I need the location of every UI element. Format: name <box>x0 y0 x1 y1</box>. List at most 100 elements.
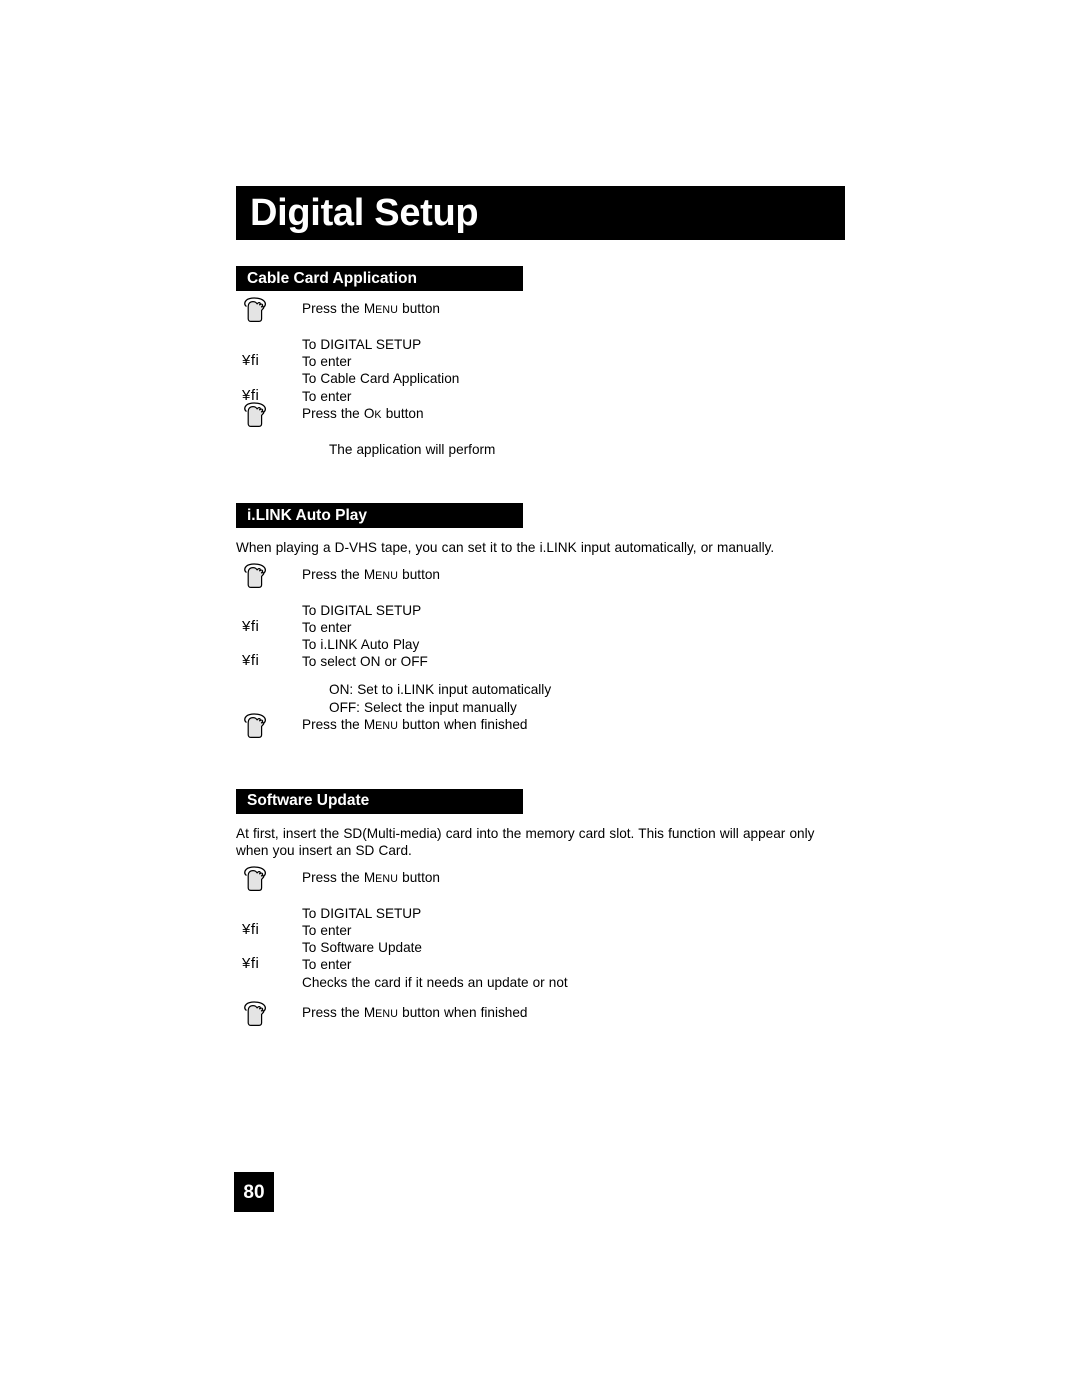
step-text-prefix: Press the <box>302 716 364 732</box>
instruction-step: ¥fi To enter <box>236 955 846 973</box>
step-marker <box>236 1001 302 1029</box>
button-name-initial: M <box>363 869 376 885</box>
button-name-initial: O <box>363 405 375 421</box>
step-text: To enter <box>302 957 352 973</box>
instruction-step-list: Press the MENU button To DIGITAL SETUP ¥fi… <box>236 866 846 1029</box>
step-text: To DIGITAL SETUP <box>302 905 422 921</box>
step-marker: ¥fi <box>236 652 302 669</box>
button-name-initial: M <box>363 566 376 582</box>
instruction-step: Press the MENU button <box>236 562 846 591</box>
step-text-suffix: button <box>381 405 424 421</box>
instruction-step-list: Press the MENU button To DIGITAL SETUP ¥fi… <box>236 562 846 741</box>
hand-press-icon <box>244 713 266 738</box>
hand-press-icon <box>244 562 266 588</box>
step-text: The application will perform <box>329 441 496 457</box>
page-content: Cable Card Application Press the MENU but… <box>236 266 846 1029</box>
arrow-glyph-icon: ¥fi <box>242 352 260 370</box>
step-text: Press the MENU button when finished <box>302 1004 528 1023</box>
hand-press-icon <box>244 866 266 891</box>
section-header-bar: i.LINK Auto Play <box>236 503 523 529</box>
page-title-bar: Digital Setup <box>236 186 845 240</box>
manual-section: Cable Card Application Press the MENU but… <box>236 266 846 458</box>
instruction-step-list: Press the MENU button To DIGITAL SETUP ¥fi… <box>236 297 846 458</box>
arrow-glyph-icon: ¥fi <box>242 955 260 973</box>
step-text: To DIGITAL SETUP <box>302 602 422 618</box>
step-text: Press the MENU button when finished <box>302 716 528 735</box>
arrow-glyph-icon: ¥fi <box>242 617 260 635</box>
section-header-bar: Cable Card Application <box>236 266 523 291</box>
instruction-step: To Software Update <box>236 939 846 956</box>
step-text: Press the MENU button <box>302 566 440 585</box>
manual-section: Software Update At first, insert the SD(M… <box>236 788 846 1029</box>
manual-page: Digital Setup Cable Card Application Pres… <box>0 0 1080 1397</box>
instruction-step: ¥fi To enter <box>236 352 846 370</box>
section-header-bar: Software Update <box>236 788 523 814</box>
instruction-step: ¥fi To select ON or OFF <box>236 652 846 670</box>
instruction-step: Checks the card if it needs an update or… <box>236 974 846 991</box>
step-text: To enter <box>302 922 352 938</box>
step-text-suffix: button <box>398 869 440 885</box>
step-marker <box>236 562 302 591</box>
instruction-step: To DIGITAL SETUP <box>236 336 846 353</box>
instruction-step: OFF: Select the input manually <box>236 699 846 716</box>
instruction-step: Press the MENU button when finished <box>236 713 846 741</box>
step-text-prefix: Press the <box>302 566 364 582</box>
step-text-suffix: button <box>398 301 440 316</box>
instruction-step: To i.LINK Auto Play <box>236 636 846 653</box>
step-text: To i.LINK Auto Play <box>302 636 420 652</box>
button-name-smallcaps: K <box>374 408 382 421</box>
section-heading: i.LINK Auto Play <box>247 506 367 524</box>
step-marker <box>236 713 302 741</box>
instruction-step: Press the MENU button <box>236 866 846 894</box>
hand-press-icon <box>244 402 266 427</box>
button-name-smallcaps: ENU <box>375 304 399 316</box>
instruction-step: To DIGITAL SETUP <box>236 905 846 922</box>
step-text: Press the MENU button <box>302 300 440 319</box>
section-heading: Software Update <box>247 792 370 810</box>
step-text-prefix: Press the <box>302 405 364 421</box>
step-text-suffix: button <box>398 566 440 582</box>
instruction-step: To Cable Card Application <box>236 370 846 387</box>
step-marker: ¥fi <box>236 921 302 938</box>
hand-press-icon <box>244 297 266 322</box>
step-text-prefix: Press the <box>302 869 364 885</box>
step-marker: ¥fi <box>236 617 302 635</box>
step-text: ON: Set to i.LINK input automatically <box>329 682 552 698</box>
step-text: To Software Update <box>302 940 422 956</box>
page-number-box: 80 <box>234 1172 274 1212</box>
page-number: 80 <box>243 1181 265 1203</box>
step-text-suffix: button when finished <box>398 716 528 732</box>
instruction-step: ¥fi To enter <box>236 387 846 405</box>
button-name-initial: M <box>363 301 376 316</box>
manual-section: i.LINK Auto Play When playing a D-VHS tap… <box>236 503 846 741</box>
instruction-step: Press the MENU button <box>236 297 846 325</box>
step-text: To enter <box>302 354 352 370</box>
step-text: Press the OK button <box>302 405 424 424</box>
instruction-step: Press the OK button <box>236 402 846 430</box>
step-text: To enter <box>302 388 352 404</box>
step-marker <box>236 866 302 894</box>
step-marker: ¥fi <box>236 352 302 370</box>
button-name-smallcaps: ENU <box>375 872 399 885</box>
instruction-step: Press the MENU button when finished <box>236 1001 846 1029</box>
button-name-smallcaps: ENU <box>375 719 399 732</box>
step-text-suffix: button when finished <box>398 1004 528 1020</box>
step-text: Checks the card if it needs an update or… <box>302 974 568 990</box>
page-title: Digital Setup <box>250 192 479 234</box>
instruction-step: ¥fi To enter <box>236 617 846 636</box>
step-text: To enter <box>302 619 352 635</box>
button-name-smallcaps: ENU <box>375 1007 399 1020</box>
step-text-prefix: Press the <box>302 301 364 316</box>
step-text: To DIGITAL SETUP <box>302 337 422 352</box>
instruction-step: ON: Set to i.LINK input automatically <box>236 681 846 698</box>
step-text: OFF: Select the input manually <box>329 699 517 715</box>
button-name-smallcaps: ENU <box>375 569 399 582</box>
instruction-step: ¥fi To enter <box>236 921 846 939</box>
instruction-step: The application will perform <box>236 441 846 458</box>
section-heading: Cable Card Application <box>247 269 417 287</box>
section-intro-text: When playing a D-VHS tape, you can set i… <box>236 540 775 556</box>
button-name-initial: M <box>363 1004 376 1020</box>
instruction-step: To DIGITAL SETUP <box>236 602 846 619</box>
step-text-prefix: Press the <box>302 1004 364 1020</box>
